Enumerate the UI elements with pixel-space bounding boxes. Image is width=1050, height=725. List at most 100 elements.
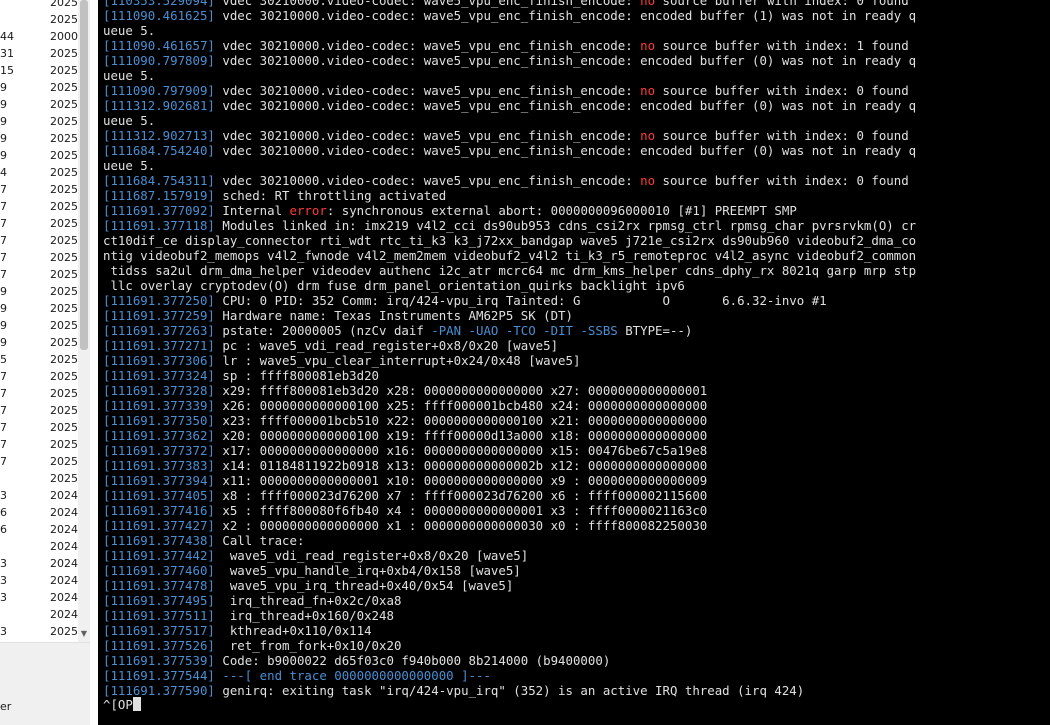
file-list-row[interactable]: 7 2025 [0, 267, 80, 284]
file-list-row[interactable]: 7 2025 [0, 182, 80, 199]
file-list-scrollbar[interactable]: ▼ [78, 0, 90, 642]
file-row-year: 2025 [50, 472, 78, 485]
file-list-row[interactable]: 9 2025 [0, 318, 80, 335]
file-list-row[interactable]: 2024 [0, 539, 80, 556]
file-list-row[interactable]: 9 2025 [0, 148, 80, 165]
log-text: Internal [214, 203, 290, 218]
log-text: ntig videobuf2_memops v4l2_fwnode v4l2_m… [103, 248, 917, 263]
log-text: source buffer with index: 1 found [655, 38, 909, 53]
file-row-year: 2025 [50, 285, 78, 298]
file-list-row[interactable]: 7 2025 [0, 420, 80, 437]
file-row-year: 2024 [50, 540, 78, 553]
file-list-row[interactable]: 6 2024 [0, 522, 80, 539]
file-row-name: 3 [0, 574, 7, 587]
log-timestamp: [111691.377324] [103, 368, 215, 383]
file-list-row[interactable]: 7 2025 [0, 369, 80, 386]
terminal-output: [110353.529094] vdec 30210000.video-code… [103, 0, 916, 698]
file-list-row[interactable]: 7 2025 [0, 403, 80, 420]
log-timestamp: [111691.377328] [103, 383, 215, 398]
log-text: vdec 30210000.video-codec: wave5_vpu_enc… [214, 173, 641, 188]
log-timestamp: [111691.377362] [103, 428, 215, 443]
file-row-year: 2025 [50, 0, 78, 9]
terminal-line: [111691.377350] x23: ffff000001bcb510 x2… [103, 413, 916, 428]
file-list-row[interactable]: 6 2024 [0, 505, 80, 522]
file-row-year: 2025 [50, 234, 78, 247]
file-row-year: 2024 [50, 608, 78, 621]
file-list-row[interactable]: 9 2025 [0, 301, 80, 318]
log-timestamp: [111691.377517] [103, 623, 215, 638]
file-list-row[interactable]: 2025 [0, 0, 80, 12]
file-list-row[interactable]: 3 2024 [0, 488, 80, 505]
file-list-row[interactable]: 5 2025 [0, 352, 80, 369]
log-text: vdec 30210000.video-codec: wave5_vpu_enc… [214, 98, 917, 113]
log-timestamp: [111684.754311] [103, 173, 215, 188]
log-timestamp: [111691.377438] [103, 533, 215, 548]
log-timestamp: [111090.461657] [103, 38, 215, 53]
log-text: vdec 30210000.video-codec: wave5_vpu_enc… [214, 0, 641, 8]
log-text: ueue 5. [103, 113, 156, 128]
file-list-row[interactable]: 3 2025 [0, 624, 80, 641]
file-list-row[interactable]: 3 2024 [0, 556, 80, 573]
log-timestamp: [111691.377118] [103, 218, 215, 233]
terminal-prompt-line[interactable]: ^[OP [103, 697, 141, 712]
file-row-year: 2025 [50, 302, 78, 315]
file-list-row[interactable]: 15 2025 [0, 63, 80, 80]
log-text: vdec 30210000.video-codec: wave5_vpu_enc… [214, 38, 641, 53]
log-text: source buffer with index: 0 found [655, 128, 909, 143]
file-list-row[interactable]: 7 2025 [0, 250, 80, 267]
file-list-row[interactable]: 9 2025 [0, 131, 80, 148]
file-row-name: 5 [0, 353, 7, 366]
file-list-row[interactable]: 7 2025 [0, 199, 80, 216]
file-row-year: 2025 [50, 370, 78, 383]
scrollbar-thumb[interactable] [80, 0, 88, 350]
log-text: Hardware name: Texas Instruments AM62P5 … [214, 308, 573, 323]
file-list-footer-text: er [0, 700, 12, 713]
file-row-year: 2025 [50, 149, 78, 162]
log-text: x14: 01184811922b0918 x13: 0000000000000… [214, 458, 708, 473]
terminal-line: ueue 5. [103, 113, 916, 128]
file-list-row[interactable]: 3 2024 [0, 590, 80, 607]
scroll-down-arrow-icon[interactable]: ▼ [79, 628, 89, 640]
log-text: no [640, 173, 656, 188]
log-timestamp: [111090.797809] [103, 53, 215, 68]
file-row-year: 2024 [50, 506, 78, 519]
file-list-row[interactable]: 9 2025 [0, 335, 80, 352]
file-list-row[interactable]: 9 2025 [0, 97, 80, 114]
file-list-row[interactable]: 4 2025 [0, 165, 80, 182]
log-timestamp: [111691.377306] [103, 353, 215, 368]
file-list-row[interactable]: 2025 [0, 12, 80, 29]
file-list-row[interactable]: 9 2025 [0, 80, 80, 97]
file-list-row[interactable]: 7 2025 [0, 386, 80, 403]
log-text: vdec 30210000.video-codec: wave5_vpu_enc… [214, 8, 917, 23]
log-text: CPU: 0 PID: 352 Comm: irq/424-vpu_irq Ta… [214, 293, 827, 308]
file-row-year: 2025 [50, 13, 78, 26]
terminal-line: ueue 5. [103, 68, 916, 83]
file-list-row[interactable]: 2024 [0, 607, 80, 624]
file-list-row[interactable]: 9 2025 [0, 284, 80, 301]
file-row-year: 2025 [50, 64, 78, 77]
file-list-row[interactable]: 7 2025 [0, 454, 80, 471]
file-list-row[interactable]: 7 2025 [0, 216, 80, 233]
log-timestamp: [111691.377250] [103, 293, 215, 308]
terminal-line: ueue 5. [103, 23, 916, 38]
terminal-line: [111687.157919] sched: RT throttling act… [103, 188, 916, 203]
file-row-name: 7 [0, 217, 7, 230]
file-row-name: 44 [0, 30, 14, 43]
file-list-row[interactable]: 7 2025 [0, 437, 80, 454]
file-list-row[interactable]: 9 2025 [0, 114, 80, 131]
terminal-line: [111691.377405] x8 : ffff000023d76200 x7… [103, 488, 916, 503]
file-list-row[interactable]: 44 2000 [0, 29, 80, 46]
file-list-row[interactable]: 31 2025 [0, 46, 80, 63]
terminal-window[interactable]: [110353.529094] vdec 30210000.video-code… [98, 0, 1050, 725]
file-row-year: 2025 [50, 268, 78, 281]
file-row-name: 7 [0, 421, 7, 434]
terminal-line: [111090.461625] vdec 30210000.video-code… [103, 8, 916, 23]
log-text: x17: 0000000000000000 x16: 0000000000000… [214, 443, 708, 458]
file-list-row[interactable]: 7 2025 [0, 233, 80, 250]
log-text: llc overlay cryptodev(O) drm fuse drm_pa… [103, 278, 685, 293]
file-row-name: 7 [0, 404, 7, 417]
terminal-line: ueue 5. [103, 158, 916, 173]
file-list-row[interactable]: 2025 [0, 471, 80, 488]
file-list-row[interactable]: 3 2024 [0, 573, 80, 590]
terminal-line: [111691.377511] irq_thread+0x160/0x248 [103, 608, 916, 623]
